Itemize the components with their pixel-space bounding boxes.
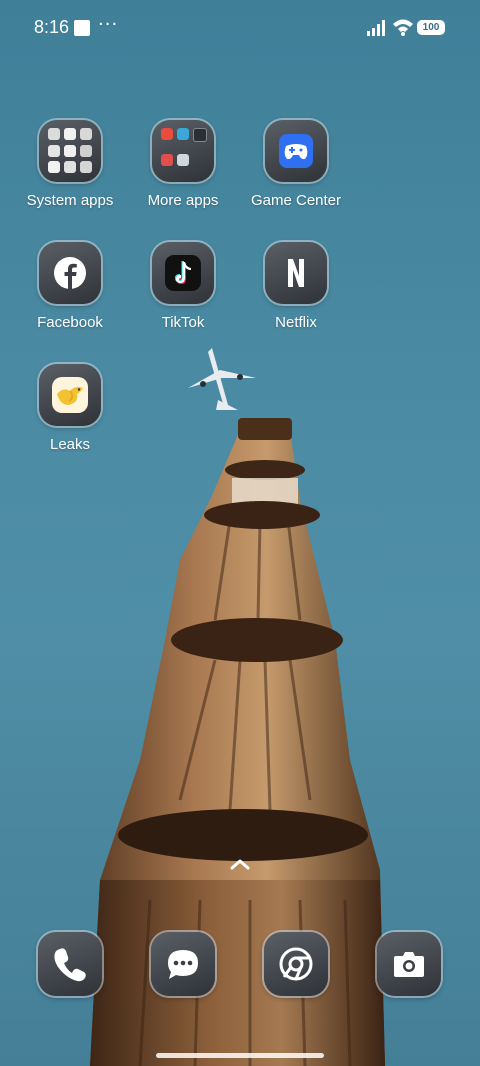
battery-indicator: 100 (417, 20, 445, 35)
game-center-tile[interactable] (265, 120, 327, 182)
chrome-icon (279, 947, 313, 981)
tiktok-icon (165, 255, 201, 291)
camera-icon (394, 952, 424, 977)
folder-icon[interactable] (152, 120, 214, 182)
app-system-apps[interactable]: System apps (15, 120, 125, 209)
camera-tile[interactable] (377, 932, 441, 996)
netflix-icon (288, 259, 304, 287)
app-tiktok[interactable]: TikTok (128, 242, 238, 331)
app-label: Facebook (37, 314, 103, 331)
gamepad-icon (279, 134, 313, 168)
dock-messages[interactable] (151, 932, 215, 996)
notification-icon (74, 20, 90, 36)
facebook-icon (54, 257, 86, 289)
chevron-up-icon[interactable] (229, 857, 251, 871)
chrome-tile[interactable] (264, 932, 328, 996)
tiktok-tile[interactable] (152, 242, 214, 304)
dock-camera[interactable] (377, 932, 441, 996)
folder-icon[interactable] (39, 120, 101, 182)
dock-phone[interactable] (38, 932, 102, 996)
cell-signal-icon (367, 20, 385, 36)
messages-icon (168, 950, 198, 979)
app-label: System apps (26, 192, 114, 209)
phone-icon (54, 948, 86, 982)
app-game-center[interactable]: Game Center (241, 120, 351, 209)
home-gesture-bar[interactable] (156, 1053, 324, 1058)
app-label: Leaks (49, 436, 91, 453)
phone-tile[interactable] (38, 932, 102, 996)
app-label: Netflix (275, 314, 317, 331)
netflix-tile[interactable] (265, 242, 327, 304)
app-label: More apps (147, 192, 219, 209)
bird-icon (52, 377, 88, 413)
wifi-icon (393, 19, 413, 36)
facebook-tile[interactable] (39, 242, 101, 304)
app-label: TikTok (161, 314, 205, 331)
messages-tile[interactable] (151, 932, 215, 996)
status-bar: 8:16 ··· 100 (0, 0, 480, 56)
app-netflix[interactable]: Netflix (241, 242, 351, 331)
dock-chrome[interactable] (264, 932, 328, 996)
app-leaks[interactable]: Leaks (15, 364, 125, 453)
app-more-apps[interactable]: More apps (128, 120, 238, 209)
clock-time: 8:16 (34, 17, 70, 37)
leaks-tile[interactable] (39, 364, 101, 426)
app-label: Game Center (250, 192, 342, 209)
app-facebook[interactable]: Facebook (15, 242, 125, 331)
more-notifications-icon: ··· (98, 14, 119, 35)
